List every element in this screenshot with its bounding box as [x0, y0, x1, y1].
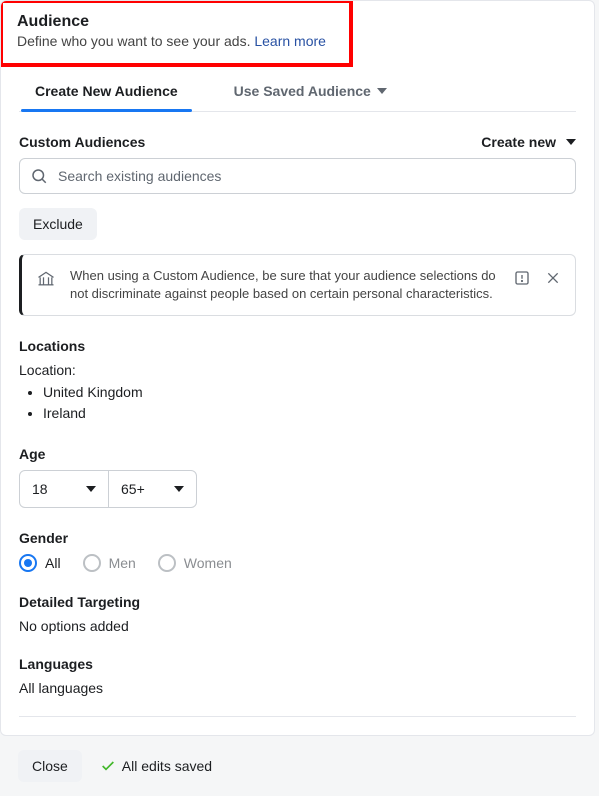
gender-options: All Men Women: [19, 554, 576, 572]
gender-men-label: Men: [109, 555, 136, 571]
search-icon: [30, 167, 48, 185]
gender-women-label: Women: [184, 555, 232, 571]
building-icon: [36, 269, 56, 289]
audience-header-highlight: Audience Define who you want to see your…: [0, 0, 353, 67]
tab-create-new-audience[interactable]: Create New Audience: [21, 73, 192, 111]
detailed-targeting-label: Detailed Targeting: [19, 594, 576, 610]
languages-value: All languages: [19, 680, 576, 696]
age-max-select[interactable]: 65+: [108, 471, 196, 507]
tab-saved-label: Use Saved Audience: [234, 83, 371, 99]
age-max-value: 65+: [121, 481, 145, 497]
languages-label: Languages: [19, 656, 576, 672]
save-status: All edits saved: [100, 758, 212, 774]
age-label: Age: [19, 446, 576, 462]
chevron-down-icon: [377, 88, 387, 94]
exclude-button[interactable]: Exclude: [19, 208, 97, 240]
chevron-down-icon: [174, 486, 184, 492]
locations-list: United Kingdom Ireland: [19, 382, 576, 424]
locations-label: Locations: [19, 338, 576, 354]
tab-use-saved-audience[interactable]: Use Saved Audience: [220, 73, 401, 111]
gender-label: Gender: [19, 530, 576, 546]
radio-icon: [19, 554, 37, 572]
checkmark-icon: [100, 758, 116, 774]
notice-text: When using a Custom Audience, be sure th…: [70, 267, 499, 303]
gender-all-label: All: [45, 555, 61, 571]
learn-more-link[interactable]: Learn more: [254, 33, 326, 49]
list-item: Ireland: [43, 403, 576, 424]
detailed-targeting-value: No options added: [19, 618, 576, 634]
list-item: United Kingdom: [43, 382, 576, 403]
radio-icon: [83, 554, 101, 572]
info-alert-icon[interactable]: [513, 269, 531, 287]
search-input[interactable]: [58, 168, 565, 184]
subtitle-text: Define who you want to see your ads.: [17, 33, 254, 49]
footer-bar: Close All edits saved: [0, 736, 599, 796]
discrimination-notice: When using a Custom Audience, be sure th…: [19, 254, 576, 316]
create-new-dropdown[interactable]: Create new: [481, 134, 576, 150]
location-sublabel: Location:: [19, 362, 576, 378]
search-audiences-field[interactable]: [19, 158, 576, 194]
gender-radio-women[interactable]: Women: [158, 554, 232, 572]
section-title: Audience: [17, 13, 335, 31]
chevron-down-icon: [86, 486, 96, 492]
age-min-value: 18: [32, 481, 48, 497]
save-status-text: All edits saved: [122, 758, 212, 774]
section-subtitle: Define who you want to see your ads. Lea…: [17, 33, 335, 49]
create-new-label: Create new: [481, 134, 556, 150]
audience-tabs: Create New Audience Use Saved Audience: [19, 73, 576, 112]
divider: [19, 716, 576, 717]
custom-audiences-row: Custom Audiences Create new: [19, 134, 576, 150]
audience-panel: Audience Define who you want to see your…: [0, 0, 595, 736]
age-min-select[interactable]: 18: [20, 471, 108, 507]
radio-icon: [158, 554, 176, 572]
chevron-down-icon: [566, 139, 576, 145]
close-icon[interactable]: [545, 270, 561, 286]
gender-radio-men[interactable]: Men: [83, 554, 136, 572]
gender-radio-all[interactable]: All: [19, 554, 61, 572]
close-button[interactable]: Close: [18, 750, 82, 782]
age-range: 18 65+: [19, 470, 197, 508]
custom-audiences-label: Custom Audiences: [19, 134, 145, 150]
